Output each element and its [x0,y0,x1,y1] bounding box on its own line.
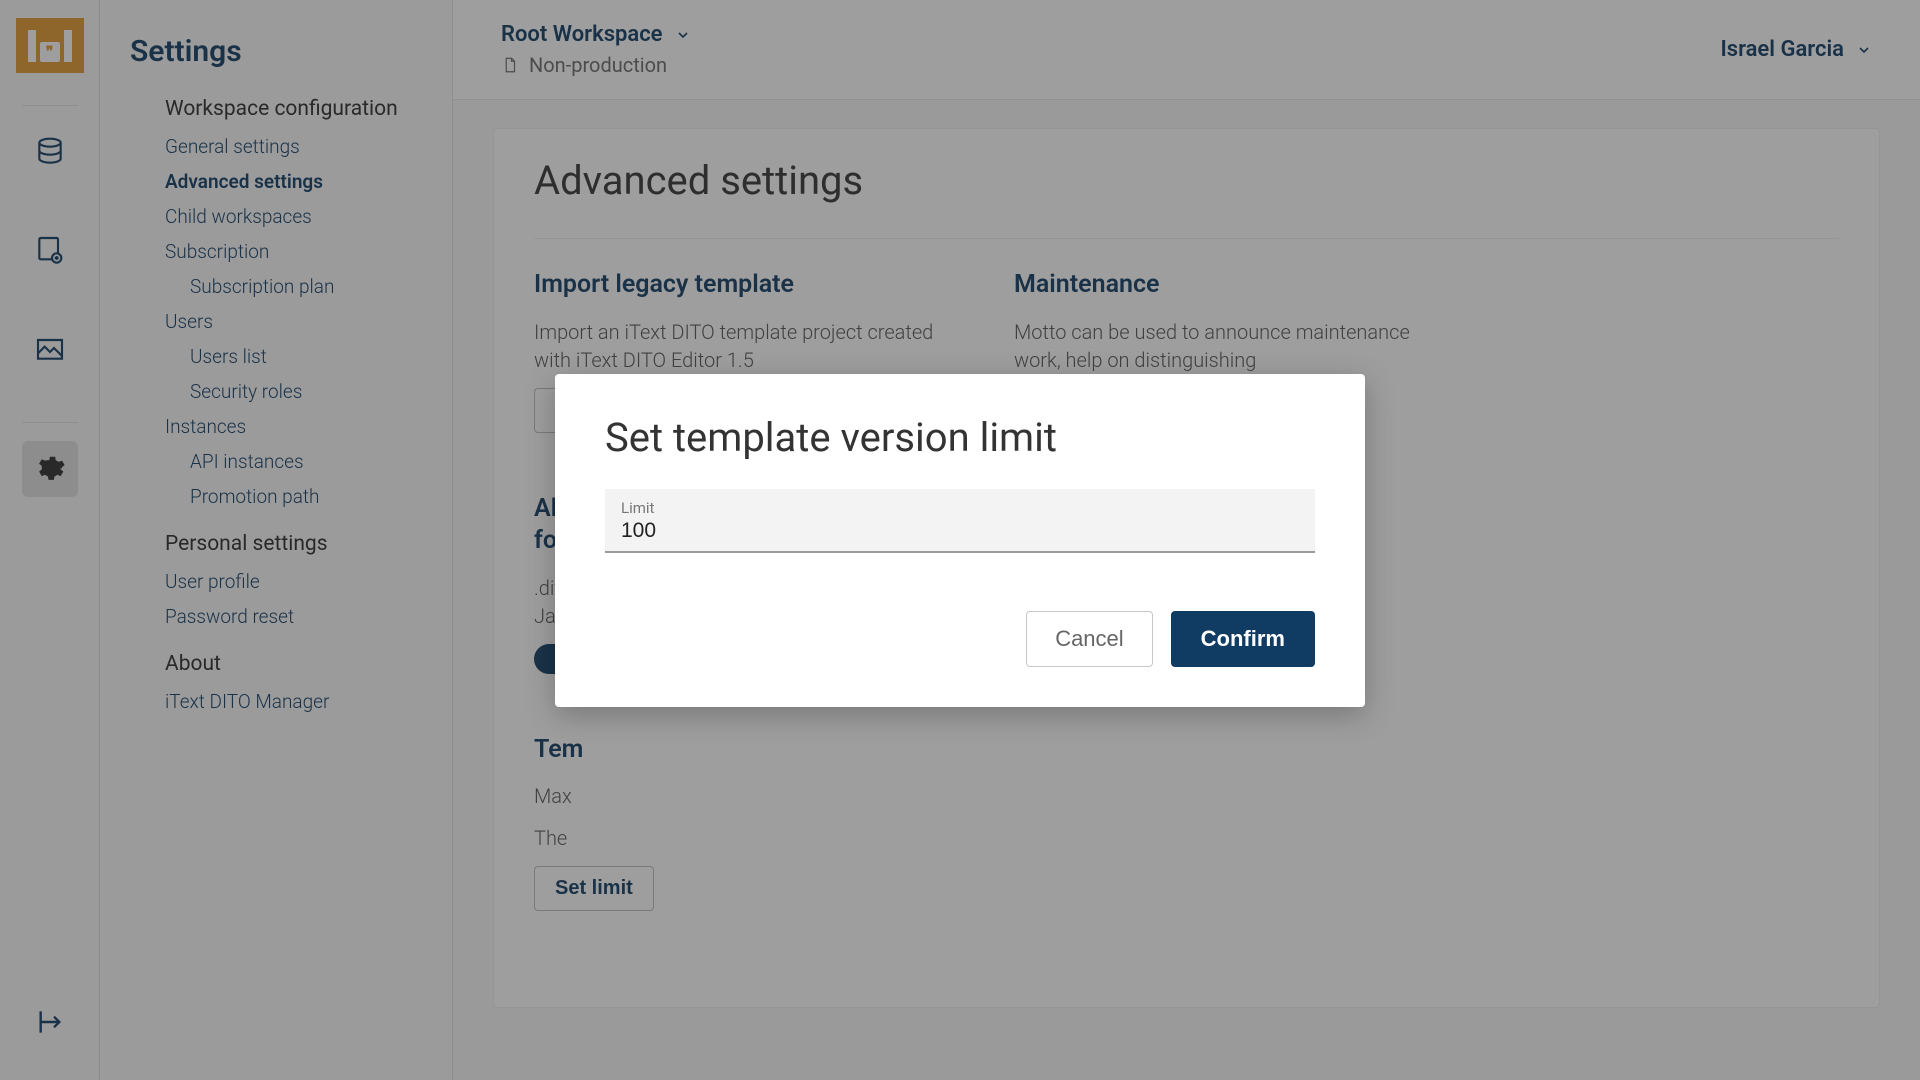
modal-title: Set template version limit [605,414,1315,461]
modal-overlay[interactable]: Set template version limit Limit Cancel … [0,0,1920,1080]
confirm-button[interactable]: Confirm [1171,611,1315,667]
set-limit-modal: Set template version limit Limit Cancel … [555,374,1365,707]
limit-label: Limit [621,499,1299,517]
limit-field[interactable]: Limit [605,489,1315,553]
limit-input[interactable] [621,517,1299,543]
cancel-button[interactable]: Cancel [1026,611,1152,667]
